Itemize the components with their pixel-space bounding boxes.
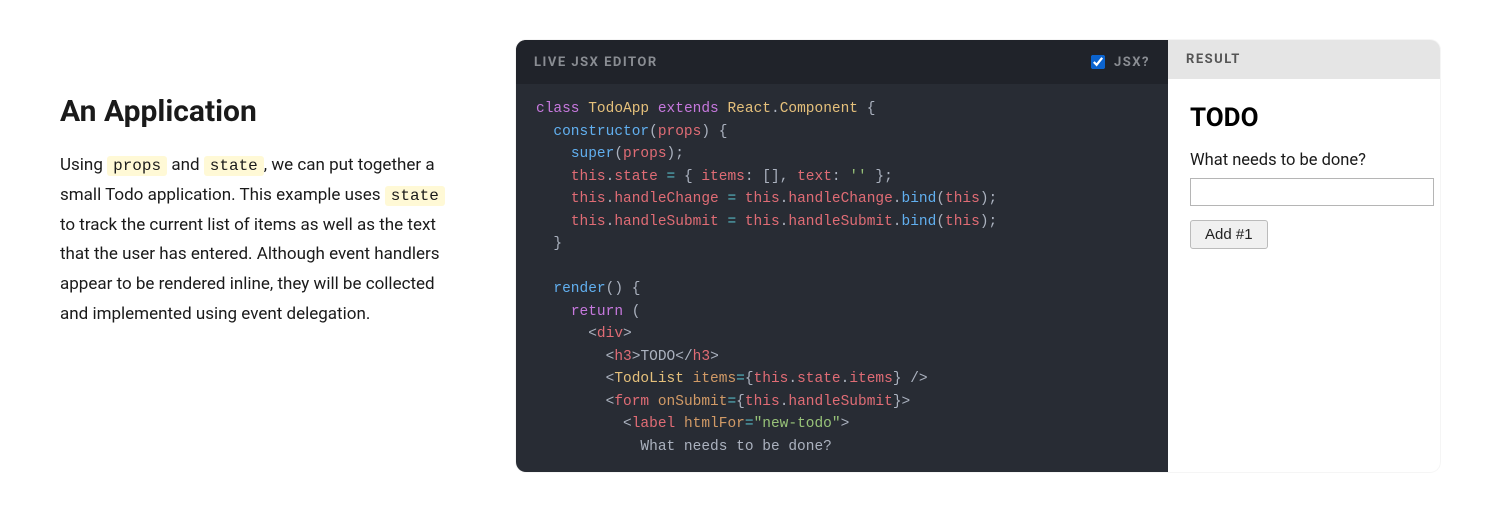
jsx-checkbox[interactable] bbox=[1091, 55, 1105, 69]
desc-text: and bbox=[167, 155, 204, 175]
result-body: TODO What needs to be done? Add #1 bbox=[1168, 79, 1440, 472]
description-column: An Application Using props and state, we… bbox=[60, 40, 460, 472]
code-state: state bbox=[385, 186, 445, 206]
desc-text: Using bbox=[60, 155, 107, 175]
example-panel: LIVE JSX EDITOR JSX? class TodoApp exten… bbox=[516, 40, 1440, 472]
code-props: props bbox=[107, 156, 167, 176]
editor-header: LIVE JSX EDITOR JSX? bbox=[516, 40, 1168, 84]
todo-input-label: What needs to be done? bbox=[1190, 151, 1434, 170]
code-editor[interactable]: class TodoApp extends React.Component { … bbox=[516, 84, 1168, 472]
result-header-label: RESULT bbox=[1168, 40, 1440, 79]
add-button[interactable]: Add #1 bbox=[1190, 220, 1268, 249]
code-state: state bbox=[204, 156, 264, 176]
jsx-toggle[interactable]: JSX? bbox=[1087, 52, 1150, 72]
todo-input[interactable] bbox=[1190, 178, 1434, 206]
todo-heading: TODO bbox=[1190, 103, 1434, 133]
result-panel: RESULT TODO What needs to be done? Add #… bbox=[1168, 40, 1440, 472]
jsx-label: JSX? bbox=[1114, 55, 1150, 70]
section-description: Using props and state, we can put togeth… bbox=[60, 151, 460, 330]
section-title: An Application bbox=[60, 94, 460, 129]
editor-panel: LIVE JSX EDITOR JSX? class TodoApp exten… bbox=[516, 40, 1168, 472]
editor-header-label: LIVE JSX EDITOR bbox=[534, 55, 658, 70]
desc-text: to track the current list of items as we… bbox=[60, 215, 440, 324]
